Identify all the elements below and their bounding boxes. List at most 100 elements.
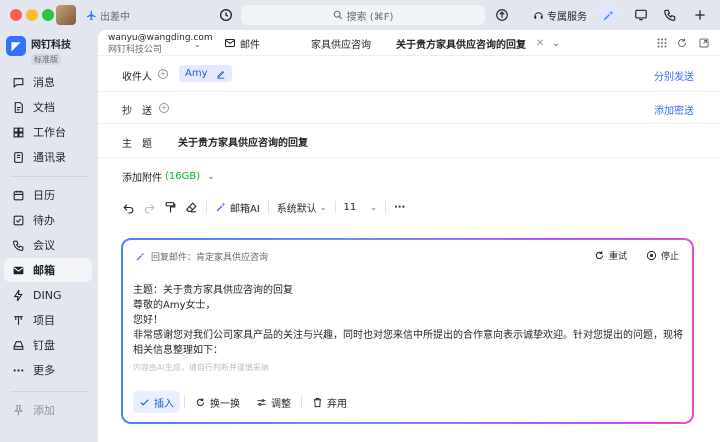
sidebar-item-label: 工作台 [33, 126, 66, 139]
send-separately-link[interactable]: 分别发送 [654, 68, 694, 83]
cc-label: 抄 送 [122, 106, 152, 117]
sidebar-item-label: 消息 [33, 76, 55, 89]
edit-icon[interactable] [216, 69, 226, 79]
sidebar-item-workbench[interactable]: 工作台 [4, 120, 92, 144]
font-size-select[interactable]: 11 ⌄ [344, 198, 377, 216]
drive-icon [13, 340, 24, 350]
ai-text-line: 您好！ [133, 315, 163, 326]
service-icon [534, 12, 543, 19]
format-painter-icon[interactable] [164, 198, 177, 216]
font-family-select[interactable]: 系统默认 ⌄ [277, 198, 327, 216]
account-dropdown-icon[interactable]: ⌄ [194, 40, 201, 49]
plus-icon[interactable] [692, 7, 708, 23]
sidebar-item-label: 待办 [33, 214, 55, 227]
discard-button[interactable]: 弃用 [306, 391, 353, 413]
org-switcher[interactable]: ◤ 网钉科技 标准版 [6, 36, 71, 65]
more-options-button[interactable]: ··· [394, 198, 405, 216]
tab-label: 家具供应咨询 [311, 39, 371, 51]
search-icon [333, 10, 342, 20]
ai-text-line: 尊敬的Amy女士， [133, 300, 216, 311]
ai-assistant-icon[interactable] [598, 6, 618, 24]
adjust-button[interactable]: 调整 [250, 391, 297, 413]
sidebar-item-contacts[interactable]: 通讯录 [4, 145, 92, 169]
sidebar-item-more[interactable]: 更多 [4, 358, 92, 382]
minimize-window-button[interactable] [26, 9, 38, 21]
ai-text-line: 非常感谢您对我们公司家具产品的关注与兴趣，同时也对您来信中所提出的合作意向表示诚… [133, 330, 683, 341]
sidebar-add-label: 添加 [33, 404, 55, 417]
undo-icon[interactable] [122, 198, 135, 216]
mail-compose-panel: wanyu@wangding.com 网钉科技公司 ⌄ 邮件 家具供应咨询 关于… [98, 30, 720, 442]
close-tab-icon[interactable]: ✕ [536, 38, 544, 49]
screen-cast-icon[interactable] [633, 7, 649, 23]
ai-generated-text[interactable]: 主题：关于贵方家具供应咨询的回复 尊敬的Amy女士， 您好！ 非常感谢您对我们公… [133, 283, 683, 358]
ai-reply-panel: 回复邮件：肯定家具供应咨询 重试 停止 主题：关于贵方家具供应咨询的回复 尊敬的… [121, 238, 694, 424]
search-placeholder: 搜索 (⌘F) [346, 11, 394, 23]
sidebar-add-button[interactable]: 添加 [4, 398, 92, 422]
mail-icon [225, 39, 235, 47]
upload-icon[interactable] [494, 7, 510, 23]
tab-label: 关于贵方家具供应咨询的回复 [396, 39, 526, 51]
open-window-icon[interactable] [696, 35, 712, 51]
trash-icon [313, 397, 322, 407]
add-recipient-icon[interactable]: + [158, 69, 168, 79]
swap-button[interactable]: 换一换 [189, 391, 246, 413]
project-icon [14, 315, 23, 325]
swap-icon [196, 397, 205, 406]
sidebar-item-project[interactable]: 项目 [4, 308, 92, 332]
sidebar-item-mail[interactable]: 邮箱 [4, 258, 92, 282]
grid-icon[interactable] [654, 35, 670, 51]
sidebar-item-messages[interactable]: 消息 [4, 70, 92, 94]
insert-button[interactable]: 插入 [133, 391, 180, 413]
tabs-overflow-icon[interactable]: ⌄ [552, 35, 560, 51]
attach-label: 添加附件 [122, 173, 162, 184]
exclusive-service-button[interactable]: 专属服务 [533, 8, 587, 23]
phone-icon[interactable] [662, 7, 678, 23]
attach-quota: (16GB) [165, 171, 201, 182]
tab-mail[interactable]: 邮件 [224, 35, 260, 51]
adjust-label: 调整 [271, 398, 291, 410]
airplane-icon [86, 10, 96, 21]
retry-icon [595, 251, 604, 260]
sidebar-item-drive[interactable]: 钉盘 [4, 333, 92, 357]
zoom-window-button[interactable] [42, 9, 54, 21]
history-icon[interactable] [218, 7, 234, 23]
subject-input[interactable]: 关于贵方家具供应咨询的回复 [178, 134, 308, 149]
ding-icon [13, 289, 23, 301]
tab-furniture-inquiry[interactable]: 家具供应咨询 [311, 35, 371, 51]
sidebar-item-calendar[interactable]: 日历 [4, 183, 92, 207]
user-avatar[interactable] [56, 5, 76, 25]
add-cc-icon[interactable]: + [159, 103, 169, 113]
mail-icon [13, 266, 24, 274]
attach-dropdown-icon[interactable]: ⌄ [207, 172, 215, 182]
add-bcc-link[interactable]: 添加密送 [654, 102, 694, 117]
recipient-chip[interactable]: Amy [179, 65, 232, 82]
sidebar-item-docs[interactable]: 文档 [4, 95, 92, 119]
editor-toolbar: 邮箱AI 系统默认 ⌄ 11 ⌄ ··· [122, 198, 413, 216]
mail-ai-button[interactable]: 邮箱AI [215, 198, 260, 216]
sidebar-divider [10, 391, 88, 392]
global-search[interactable]: 搜索 (⌘F) [241, 5, 485, 25]
message-icon [13, 77, 24, 88]
sidebar-item-label: 邮箱 [33, 264, 55, 277]
sidebar-item-todo[interactable]: 待办 [4, 208, 92, 232]
sidebar-item-label: 项目 [33, 314, 55, 327]
eraser-icon[interactable] [185, 198, 198, 216]
status-indicator[interactable]: 出差中 [86, 8, 130, 23]
retry-button[interactable]: 重试 [594, 249, 627, 262]
refresh-icon[interactable] [674, 35, 690, 51]
sidebar-item-meeting[interactable]: 会议 [4, 233, 92, 257]
tab-label: 邮件 [240, 39, 260, 51]
add-attachment-button[interactable]: 添加附件 (16GB) ⌄ [122, 169, 215, 184]
workbench-icon [13, 127, 24, 137]
toolbar-divider [267, 201, 269, 213]
sidebar-item-label: 文档 [33, 101, 55, 114]
contacts-icon [14, 151, 23, 163]
close-window-button[interactable] [10, 9, 22, 21]
redo-icon[interactable] [143, 198, 156, 216]
sidebar-item-ding[interactable]: DING [4, 283, 92, 307]
stop-button[interactable]: 停止 [646, 249, 679, 262]
tab-bar: wanyu@wangding.com 网钉科技公司 ⌄ 邮件 家具供应咨询 关于… [98, 30, 720, 56]
chevron-down-icon: ⌄ [319, 202, 327, 212]
tab-reply-draft[interactable]: 关于贵方家具供应咨询的回复 ✕ [396, 35, 544, 51]
ai-text-line: 相关信息整理如下： [133, 345, 223, 356]
